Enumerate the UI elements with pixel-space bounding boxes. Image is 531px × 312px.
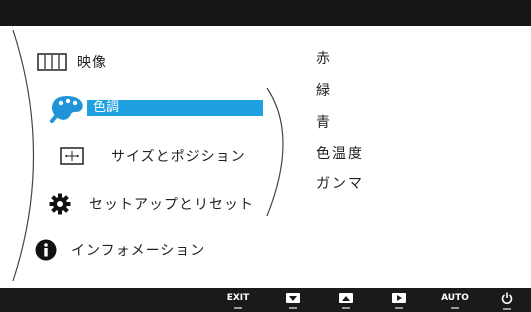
menu-item-setup-reset[interactable]: セットアップとリセット [47, 190, 254, 218]
auto-button[interactable]: AUTO [438, 288, 472, 312]
menu-item-label: インフォメーション [71, 243, 206, 259]
submenu-item-color-tone[interactable]: 色温度 [316, 143, 364, 163]
up-button[interactable] [336, 288, 356, 312]
palette-icon [47, 93, 87, 123]
top-bezel [0, 0, 531, 26]
enter-button[interactable] [389, 288, 409, 312]
picture-icon [35, 53, 69, 71]
up-arrow-icon [339, 293, 353, 303]
power-button[interactable] [497, 288, 517, 312]
button-indicator [451, 307, 459, 309]
exit-label: EXIT [226, 293, 250, 303]
osd-menu: 映像 色調 サイズとポジション セットアップとリセット インフォメーション 赤 … [9, 26, 531, 288]
menu-item-label-selected: 色調 [87, 100, 263, 116]
right-arrow-icon [392, 293, 406, 303]
exit-button[interactable]: EXIT [224, 288, 252, 312]
power-icon [501, 292, 513, 304]
button-bar: EXIT AUTO [0, 288, 531, 312]
info-icon [33, 239, 59, 261]
menu-item-size-position[interactable]: サイズとポジション [57, 142, 246, 170]
button-indicator [289, 307, 297, 309]
submenu-item-green[interactable]: 緑 [316, 80, 332, 100]
gear-icon [47, 193, 73, 215]
menu-item-label: 映像 [77, 55, 107, 71]
auto-label: AUTO [441, 293, 469, 303]
button-indicator [234, 307, 242, 309]
button-indicator [395, 307, 403, 309]
down-button[interactable] [283, 288, 303, 312]
position-icon [57, 147, 87, 165]
submenu-item-gamma[interactable]: ガンマ [316, 173, 364, 193]
button-indicator [342, 307, 350, 309]
submenu-item-red[interactable]: 赤 [316, 48, 332, 68]
menu-item-information[interactable]: インフォメーション [33, 236, 205, 264]
submenu-item-blue[interactable]: 青 [316, 112, 332, 132]
menu-item-label: サイズとポジション [111, 149, 246, 165]
down-arrow-icon [286, 293, 300, 303]
menu-item-label: セットアップとリセット [89, 197, 254, 213]
menu-item-color[interactable]: 色調 [47, 93, 263, 123]
button-indicator [503, 308, 511, 310]
menu-item-picture[interactable]: 映像 [35, 48, 107, 76]
